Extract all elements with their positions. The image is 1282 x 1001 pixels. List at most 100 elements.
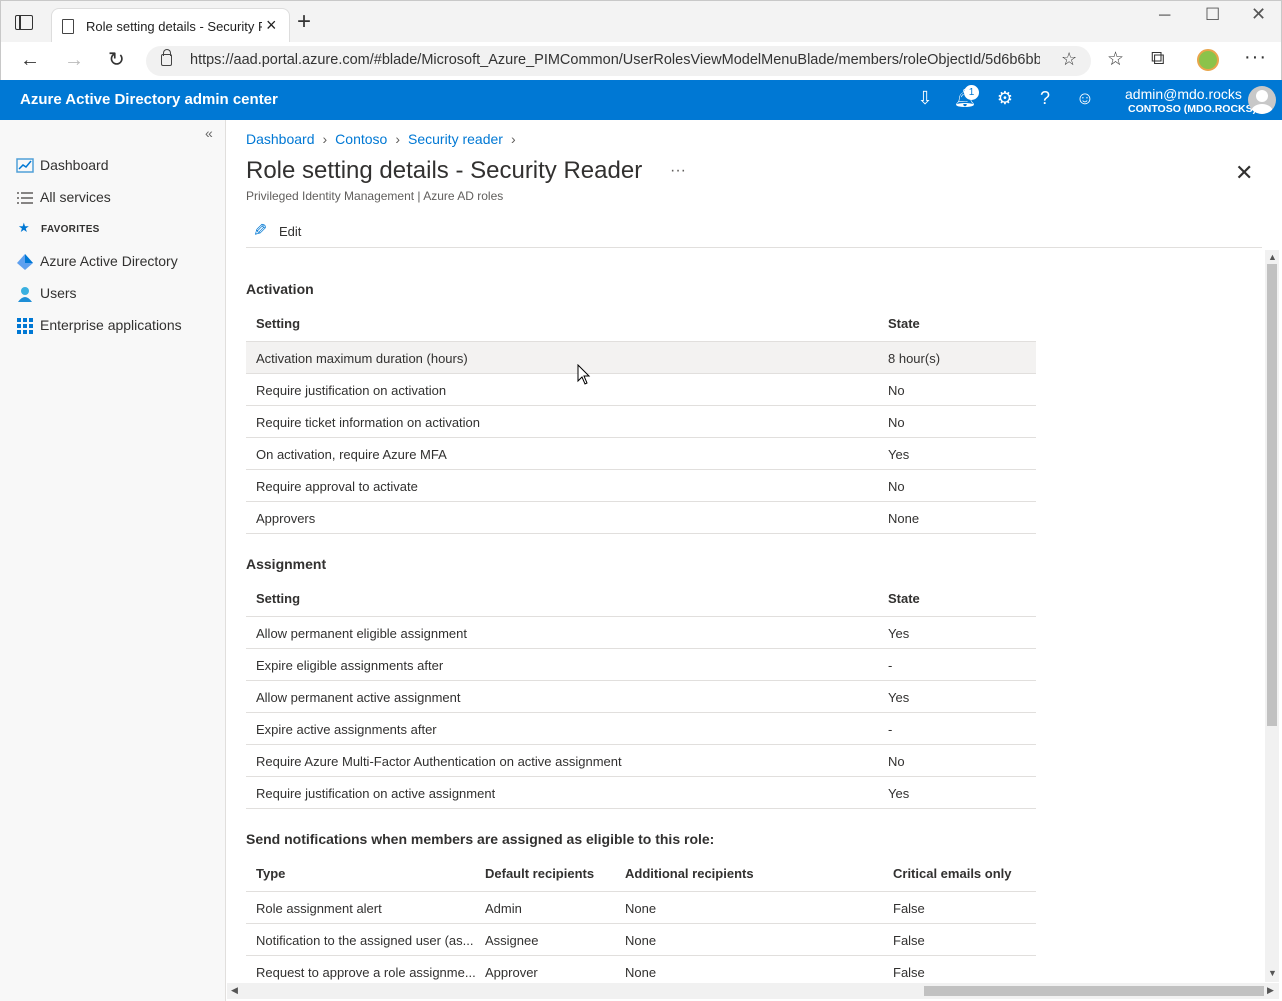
- portal-header: Azure Active Directory admin center ⇩ 🔔︎…: [0, 80, 1282, 120]
- state-cell: Yes: [888, 626, 910, 641]
- table-row[interactable]: Approvers None: [246, 502, 1036, 534]
- table-row[interactable]: Expire eligible assignments after -: [246, 649, 1036, 681]
- breadcrumb-dashboard[interactable]: Dashboard: [246, 131, 315, 147]
- more-options-icon[interactable]: ···: [670, 162, 686, 180]
- column-header-type: Type: [256, 866, 286, 881]
- star-icon: ★: [18, 220, 30, 235]
- list-icon: [17, 192, 33, 204]
- refresh-icon[interactable]: ↻: [108, 48, 125, 72]
- details-scroll-area[interactable]: Activation Setting State Activation maxi…: [227, 250, 1264, 987]
- setting-cell: Allow permanent active assignment: [256, 690, 461, 705]
- sidebar-item-label: Azure Active Directory: [40, 253, 178, 269]
- back-icon[interactable]: ←: [20, 48, 40, 72]
- type-cell: Request to approve a role assignme...: [256, 965, 476, 980]
- default-recipients-cell: Admin: [485, 901, 522, 916]
- setting-cell: Activation maximum duration (hours): [256, 351, 468, 366]
- window-close-icon[interactable]: ✕: [1251, 4, 1266, 25]
- page-icon: [62, 19, 74, 34]
- state-cell: No: [888, 754, 905, 769]
- favorites-icon[interactable]: ☆: [1107, 48, 1124, 71]
- azure-ad-icon: [17, 254, 33, 270]
- collapse-sidebar-icon[interactable]: «: [205, 125, 213, 141]
- default-recipients-cell: Assignee: [485, 933, 539, 948]
- notifications-section-title: Send notifications when members are assi…: [246, 831, 715, 847]
- portal-title[interactable]: Azure Active Directory admin center: [20, 91, 278, 108]
- browser-profile-avatar[interactable]: [1197, 49, 1219, 71]
- user-org[interactable]: CONTOSO (MDO.ROCKS): [1128, 103, 1256, 115]
- table-row[interactable]: Allow permanent active assignment Yes: [246, 681, 1036, 713]
- table-header: Setting State: [246, 306, 1036, 342]
- apps-grid-icon: [17, 318, 33, 334]
- vertical-scrollbar[interactable]: ▲ ▼: [1265, 250, 1279, 982]
- default-recipients-cell: Approver: [485, 965, 538, 980]
- directory-filter-icon[interactable]: ⇩: [913, 88, 937, 109]
- vertical-scroll-thumb[interactable]: [1267, 264, 1277, 726]
- forward-icon[interactable]: →: [64, 48, 84, 72]
- table-row[interactable]: Expire active assignments after -: [246, 713, 1036, 745]
- scroll-left-icon[interactable]: ◀: [231, 985, 238, 996]
- table-row[interactable]: Require justification on active assignme…: [246, 777, 1036, 809]
- sidebar-item-azure-active-directory[interactable]: Azure Active Directory: [0, 247, 226, 275]
- sidebar-item-dashboard[interactable]: Dashboard: [0, 151, 226, 179]
- scroll-up-icon[interactable]: ▲: [1268, 252, 1277, 262]
- state-cell: Yes: [888, 690, 910, 705]
- state-cell: No: [888, 479, 905, 494]
- table-row[interactable]: Activation maximum duration (hours) 8 hou…: [246, 342, 1036, 374]
- help-icon[interactable]: ?: [1033, 88, 1057, 109]
- minimize-icon[interactable]: ─: [1159, 7, 1170, 25]
- column-header-state: State: [888, 591, 920, 606]
- mouse-cursor-icon: [577, 364, 591, 385]
- breadcrumb: Dashboard › Contoso › Security reader ›: [246, 131, 524, 147]
- scroll-right-icon[interactable]: ▶: [1267, 985, 1274, 996]
- tab-close-icon[interactable]: ×: [266, 14, 277, 36]
- user-avatar[interactable]: [1248, 86, 1276, 114]
- notification-badge: 1: [964, 85, 979, 100]
- type-cell: Notification to the assigned user (as...: [256, 933, 474, 948]
- maximize-icon[interactable]: ☐: [1205, 5, 1220, 25]
- user-icon: [18, 287, 32, 302]
- collections-icon[interactable]: ⧉: [1151, 48, 1165, 70]
- add-favorite-icon[interactable]: ☆: [1061, 49, 1077, 70]
- horizontal-scrollbar[interactable]: ◀ ▶: [227, 983, 1279, 999]
- close-blade-icon[interactable]: ✕: [1235, 160, 1253, 186]
- table-row[interactable]: Notification to the assigned user (as...…: [246, 924, 1036, 956]
- column-header-critical-emails: Critical emails only: [893, 866, 1012, 881]
- horizontal-scroll-thumb[interactable]: [924, 986, 1264, 996]
- notifications-table: Type Default recipients Additional recip…: [246, 856, 1036, 987]
- scroll-down-icon[interactable]: ▼: [1268, 968, 1277, 978]
- url-text[interactable]: https://aad.portal.azure.com/#blade/Micr…: [190, 52, 1040, 68]
- sidebar-item-label: All services: [40, 189, 111, 205]
- table-row[interactable]: Require justification on activation No: [246, 374, 1036, 406]
- address-bar[interactable]: https://aad.portal.azure.com/#blade/Micr…: [146, 46, 1091, 76]
- table-row[interactable]: Require approval to activate No: [246, 470, 1036, 502]
- breadcrumb-security-reader[interactable]: Security reader: [408, 131, 503, 147]
- user-name[interactable]: admin@mdo.rocks: [1125, 86, 1242, 102]
- column-header-setting: Setting: [256, 591, 301, 606]
- column-header-state: State: [888, 316, 920, 331]
- browser-menu-icon[interactable]: ···: [1244, 46, 1267, 69]
- feedback-icon[interactable]: ☺: [1073, 88, 1097, 109]
- sidebar-item-users[interactable]: Users: [0, 279, 226, 307]
- sidebar-item-all-services[interactable]: All services: [0, 183, 226, 211]
- chevron-right-icon: ›: [322, 131, 328, 147]
- page-title: Role setting details - Security Reader: [246, 157, 643, 184]
- assignment-section-title: Assignment: [246, 556, 327, 572]
- table-row[interactable]: On activation, require Azure MFA Yes: [246, 438, 1036, 470]
- browser-tab[interactable]: Role setting details - Security Reader ×: [51, 8, 290, 43]
- assignment-table: Setting State Allow permanent eligible a…: [246, 581, 1036, 809]
- command-bar: ✎ Edit: [246, 218, 1262, 248]
- tab-title: Role setting details - Security Reader: [86, 19, 262, 34]
- table-row[interactable]: Role assignment alert Admin None False: [246, 892, 1036, 924]
- lock-icon[interactable]: [161, 49, 172, 66]
- table-row[interactable]: Require Azure Multi-Factor Authenticatio…: [246, 745, 1036, 777]
- tab-actions-icon[interactable]: [15, 15, 33, 30]
- new-tab-icon[interactable]: +: [297, 10, 311, 34]
- pencil-icon: ✎: [253, 221, 268, 240]
- sidebar-item-enterprise-applications[interactable]: Enterprise applications: [0, 311, 226, 339]
- settings-gear-icon[interactable]: ⚙: [993, 88, 1017, 109]
- table-row[interactable]: Allow permanent eligible assignment Yes: [246, 617, 1036, 649]
- breadcrumb-contoso[interactable]: Contoso: [335, 131, 387, 147]
- critical-emails-cell: False: [893, 901, 925, 916]
- table-row[interactable]: Require ticket information on activation…: [246, 406, 1036, 438]
- setting-cell: Expire active assignments after: [256, 722, 437, 737]
